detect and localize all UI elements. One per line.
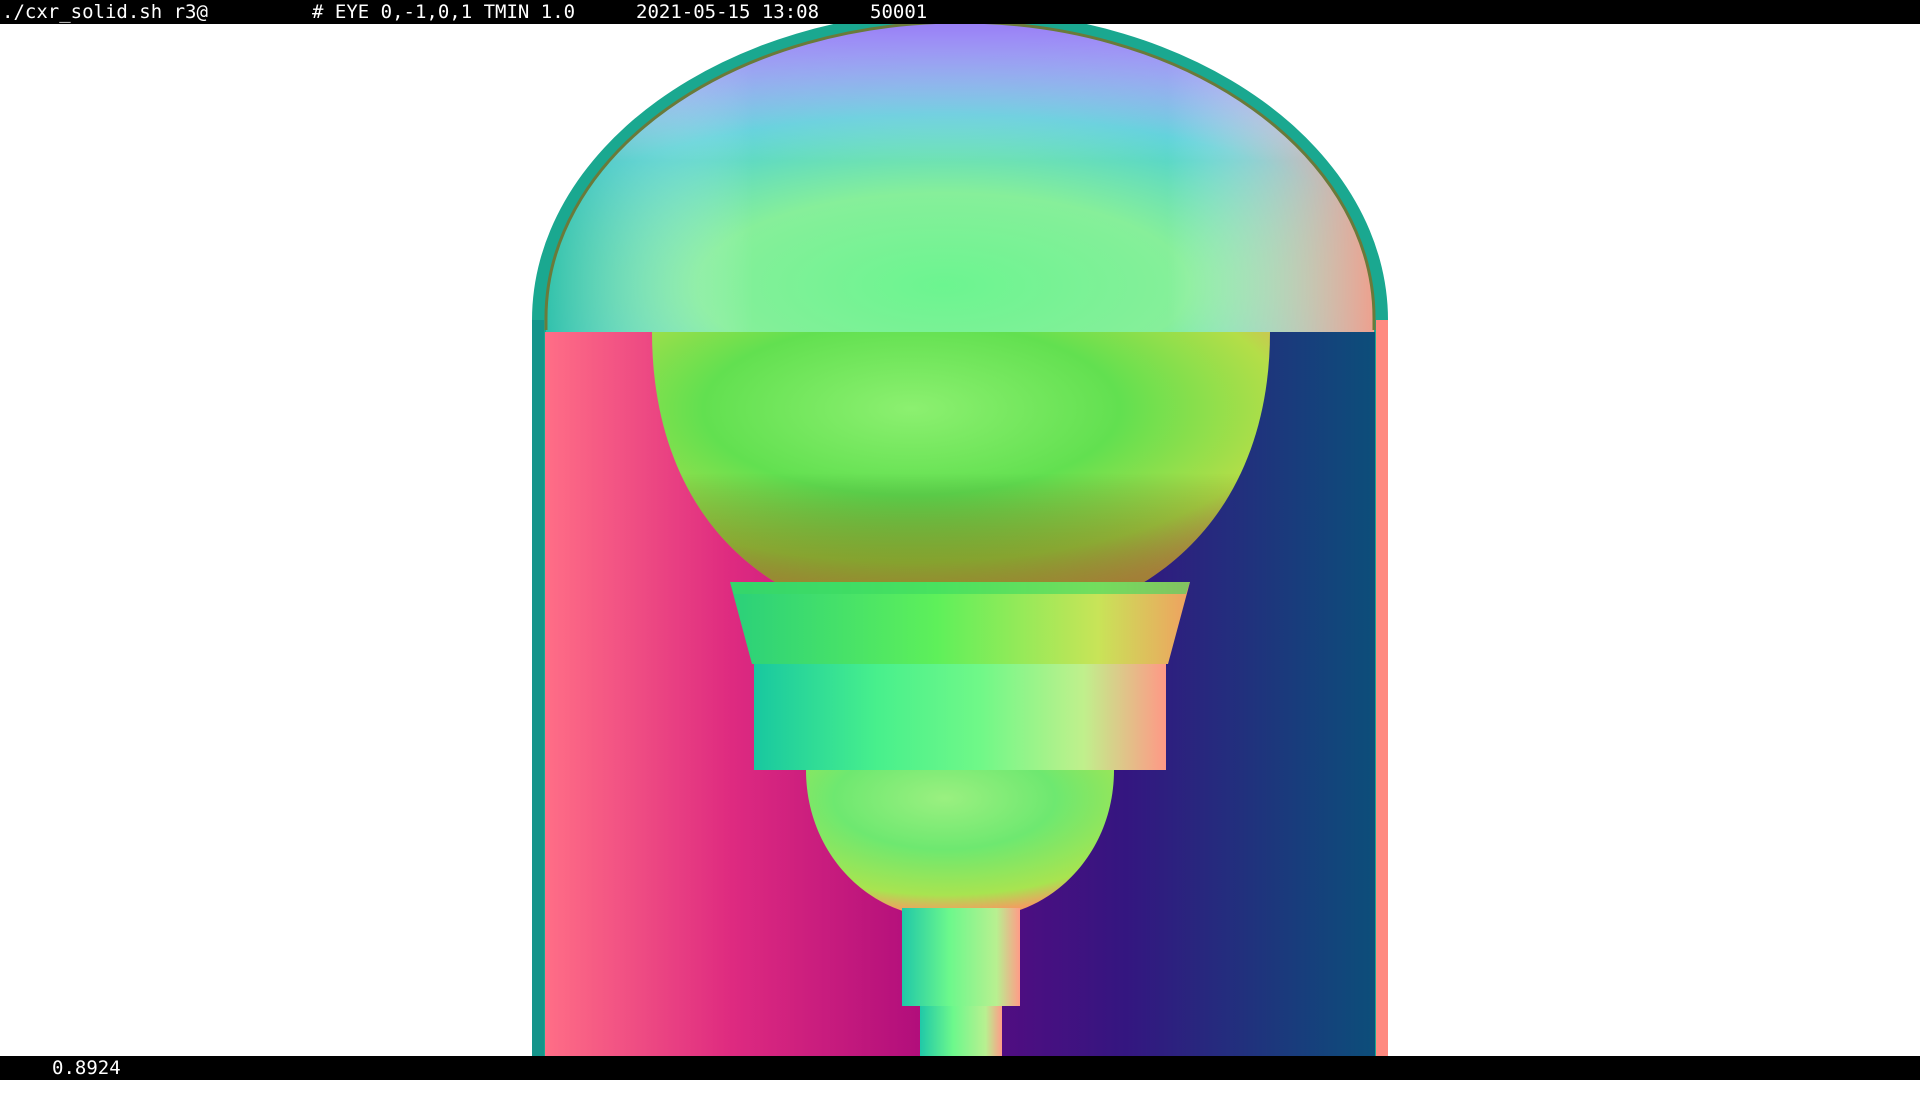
- cylinder: [754, 664, 1166, 770]
- collar-top-band: [730, 582, 1190, 594]
- status-bar: 0.8924: [0, 1056, 1920, 1080]
- stem-upper: [902, 908, 1020, 1006]
- status-value: 0.8924: [52, 1057, 121, 1079]
- render-viewport[interactable]: [0, 24, 1920, 1056]
- code-label: 50001: [870, 1, 928, 23]
- stem-lower: [920, 1006, 1002, 1056]
- upper-bulb: [652, 332, 1270, 588]
- command-label: ./cxr_solid.sh r3@: [2, 1, 208, 23]
- dome: [544, 24, 1376, 332]
- dome-top-shade: [546, 24, 1374, 332]
- title-bar: ./cxr_solid.sh r3@ # EYE 0,-1,0,1 TMIN 1…: [0, 0, 1920, 24]
- eye-label: # EYE 0,-1,0,1 TMIN 1.0: [312, 1, 576, 23]
- shell-right-edge: [1376, 320, 1388, 1056]
- upper-bulb-shade: [652, 332, 1270, 588]
- datetime-label: 2021-05-15 13:08: [636, 1, 820, 23]
- collar: [730, 582, 1190, 664]
- collar-surface: [730, 582, 1190, 664]
- shell-left-edge: [532, 320, 544, 1056]
